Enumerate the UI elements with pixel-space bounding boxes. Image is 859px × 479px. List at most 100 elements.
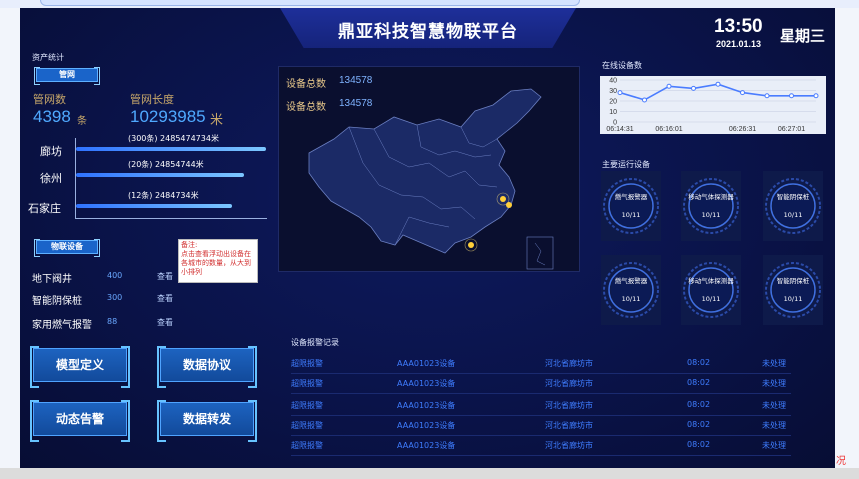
y-tick-label: 20 <box>609 99 617 106</box>
online-data-point[interactable] <box>764 93 770 99</box>
map-stat-label: 设备总数 <box>286 102 326 113</box>
bar-axis-horizontal <box>75 218 267 219</box>
running-device-ring[interactable]: 燃气报警器 10/11 <box>601 255 661 325</box>
note-tooltip: 备注: 点击查看浮动出设备在各城市的数量，从大到小排列 <box>178 239 258 283</box>
alarm-device: AAA01023设备 <box>397 379 456 388</box>
map-stat-value: 134578 <box>339 98 373 109</box>
alarm-row[interactable]: 超限报警 AAA01023设备 河北省廊坊市 08:02 未处理 <box>291 420 791 434</box>
alarm-status: 未处理 <box>762 421 786 430</box>
alarm-status: 未处理 <box>762 359 786 368</box>
alarm-status: 未处理 <box>762 441 786 450</box>
alarm-time: 08:02 <box>687 358 711 367</box>
map-panel[interactable]: 设备总数 134578 设备总数 134578 <box>278 66 580 272</box>
pipe-length-value: 10293985 <box>130 107 206 126</box>
ring-device-name: 移动气体探测器 <box>688 193 734 201</box>
iot-view-link[interactable]: 查看 <box>157 293 173 304</box>
alarm-location: 河北省廊坊市 <box>545 359 593 368</box>
x-tick-label: 06:16:01 <box>655 126 682 133</box>
city-bar-label: (300条) 2485474734米 <box>128 134 219 143</box>
map-stat-label: 设备总数 <box>286 79 326 90</box>
model-definition-button[interactable]: 模型定义 <box>30 346 130 388</box>
page-title: 鼎亚科技智慧物联平台 <box>338 22 518 42</box>
ring-device-name: 燃气报警器 <box>614 193 648 201</box>
x-tick-label: 06:27:01 <box>778 126 805 133</box>
alarm-type: 超限报警 <box>291 421 323 430</box>
ring-gauge <box>683 178 739 234</box>
ring-gauge <box>683 262 739 318</box>
data-protocol-button[interactable]: 数据协议 <box>157 346 257 388</box>
browser-top-bar <box>0 0 859 8</box>
iot-view-link[interactable]: 查看 <box>157 317 173 328</box>
city-bar <box>76 173 244 177</box>
iot-tag: 物联设备 <box>34 239 100 257</box>
alarm-row-divider <box>291 393 791 394</box>
city-name: 徐州 <box>40 172 62 185</box>
running-device-ring[interactable]: 移动气体探测器 10/11 <box>681 255 741 325</box>
ring-gauge <box>603 178 659 234</box>
alarm-time: 08:02 <box>687 378 711 387</box>
city-name: 石家庄 <box>28 202 61 215</box>
alarm-row-divider <box>291 373 791 374</box>
city-name: 廊坊 <box>40 145 62 158</box>
alarm-type: 超限报警 <box>291 441 323 450</box>
bottom-strip <box>0 468 859 479</box>
alarm-title: 设备报警记录 <box>291 338 339 347</box>
alarm-row[interactable]: 超限报警 AAA01023设备 河北省廊坊市 08:02 未处理 <box>291 358 791 372</box>
iot-item-count: 400 <box>107 271 123 280</box>
ring-device-value: 10/11 <box>701 211 721 219</box>
online-data-point[interactable] <box>691 85 696 91</box>
map-hotspot[interactable] <box>506 202 512 208</box>
online-data-point[interactable] <box>789 93 794 99</box>
alarm-time: 08:02 <box>687 420 711 429</box>
ring-device-value: 10/11 <box>621 295 641 303</box>
pipe-count-label: 管网数 <box>33 93 66 106</box>
ring-device-name: 智能阴保桩 <box>776 193 810 201</box>
map-hotspot[interactable] <box>468 242 474 248</box>
running-device-ring[interactable]: 智能阴保桩 10/11 <box>763 171 823 241</box>
y-tick-label: 10 <box>609 109 617 116</box>
x-tick-label: 06:14:31 <box>606 126 633 133</box>
data-forward-button[interactable]: 数据转发 <box>157 400 257 442</box>
ring-device-name: 智能阴保桩 <box>776 277 810 285</box>
alarm-row[interactable]: 超限报警 AAA01023设备 河北省廊坊市 08:02 未处理 <box>291 440 791 454</box>
screen: 鼎亚科技智慧物联平台 13:50 2021.01.13 星期三 资产统计 管网 … <box>0 0 859 479</box>
iot-item-name: 地下阀井 <box>32 274 72 285</box>
alarm-location: 河北省廊坊市 <box>545 441 593 450</box>
map-stat-value: 134578 <box>339 75 373 86</box>
running-device-ring[interactable]: 智能阴保桩 10/11 <box>763 255 823 325</box>
alarm-device: AAA01023设备 <box>397 421 456 430</box>
running-device-ring[interactable]: 移动气体探测器 10/11 <box>681 171 741 241</box>
browser-tab[interactable] <box>40 0 580 6</box>
note-text: 备注: 点击查看浮动出设备在各城市的数量，从大到小排列 <box>181 241 251 276</box>
map-hotspot[interactable] <box>500 196 506 202</box>
online-data-point[interactable] <box>666 83 672 89</box>
alarm-row[interactable]: 超限报警 AAA01023设备 河北省廊坊市 08:02 未处理 <box>291 400 791 414</box>
clock-weekday: 星期三 <box>780 27 826 45</box>
ring-gauge <box>765 262 821 318</box>
alarm-time: 08:02 <box>687 400 711 409</box>
clock-time: 13:50 <box>714 16 763 37</box>
alarm-row-divider <box>291 415 791 416</box>
ring-device-name: 燃气报警器 <box>614 277 648 285</box>
city-bar-label: (20条) 24854744米 <box>128 160 204 169</box>
alarm-device: AAA01023设备 <box>397 401 456 410</box>
online-data-point[interactable] <box>740 90 745 96</box>
alarm-device: AAA01023设备 <box>397 441 456 450</box>
online-chart: 0 10 20 30 40 06:14:31 06:16:01 06:26:31 06:27:0… <box>600 76 826 134</box>
pipe-count-value: 4398 <box>33 107 71 126</box>
alarm-time: 08:02 <box>687 440 711 449</box>
alarm-row[interactable]: 超限报警 AAA01023设备 河北省廊坊市 08:02 未处理 <box>291 378 791 392</box>
running-device-ring[interactable]: 燃气报警器 10/11 <box>601 171 661 241</box>
iot-view-link[interactable]: 查看 <box>157 271 173 282</box>
dynamic-alarm-button[interactable]: 动态告警 <box>30 400 130 442</box>
online-data-point[interactable] <box>617 90 623 96</box>
alarm-status: 未处理 <box>762 401 786 410</box>
online-data-point[interactable] <box>813 93 819 99</box>
ring-device-value: 10/11 <box>783 211 803 219</box>
online-data-point[interactable] <box>715 81 721 87</box>
city-bar <box>76 204 232 208</box>
y-tick-label: 40 <box>609 78 617 85</box>
x-tick-label: 06:26:31 <box>729 126 756 133</box>
online-label: 在线设备数 <box>602 61 642 70</box>
online-data-point[interactable] <box>642 97 647 103</box>
